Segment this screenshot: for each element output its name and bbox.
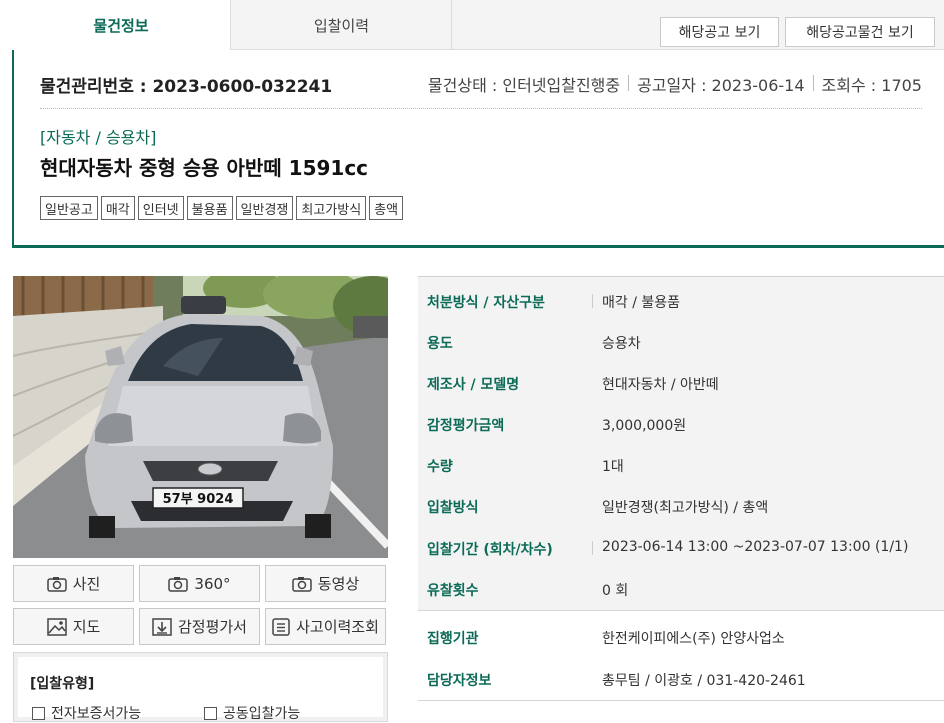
checkbox[interactable]	[32, 706, 45, 720]
info-label: 제조사 / 모델명	[427, 377, 520, 393]
bid-type-title: [입찰유형]	[30, 676, 95, 692]
item-title: 현대자동차 중형 승용 아반떼 1591cc	[40, 156, 369, 180]
info-value: 현대자동차 / 아반떼	[602, 377, 719, 393]
video-button[interactable]: 동영상	[265, 565, 386, 602]
item-category: [자동차 / 승용차]	[40, 128, 157, 147]
view-360-button[interactable]: 360°	[139, 565, 260, 602]
camera-icon	[292, 576, 312, 592]
tag: 일반경쟁	[235, 196, 294, 220]
bid-option-label: 공동입찰가능	[223, 706, 301, 722]
info-row: 입찰기간 (회차/차수) 2023-06-14 13:00 ~2023-07-0…	[418, 527, 944, 568]
view-360-label: 360°	[194, 574, 231, 593]
camera-icon	[168, 576, 189, 592]
item-management-number: 물건관리번호 : 2023-0600-032241	[40, 77, 333, 97]
info-value: 2023-06-14 13:00 ~2023-07-07 13:00 (1/1)	[602, 539, 909, 555]
divider	[40, 108, 922, 109]
info-row: 수량 1대	[418, 444, 944, 485]
tag: 총액	[369, 196, 404, 220]
info-value: 매각 / 불용품	[602, 295, 681, 311]
item-status-bar: 물건상태 : 인터넷입찰진행중 공고일자 : 2023-06-14 조회수 : …	[428, 72, 922, 96]
divider	[418, 610, 944, 611]
item-status: 물건상태 : 인터넷입찰진행중	[427, 76, 621, 95]
map-button-label: 지도	[72, 618, 101, 636]
document-icon	[272, 617, 290, 636]
view-notice-items-button[interactable]: 해당공고물건 보기	[785, 17, 935, 47]
info-row: 입찰방식 일반경쟁(최고가방식) / 총액	[418, 485, 944, 526]
tab-bid-history[interactable]: 입찰이력	[232, 0, 452, 50]
car-photo-illustration: 57부 9024	[13, 276, 388, 558]
tag: 불용품	[186, 196, 233, 220]
tag-list: 일반공고 매각 인터넷 불용품 일반경쟁 최고가방식 총액	[40, 196, 404, 220]
info-row: 처분방식 / 자산구분 매각 / 불용품	[418, 280, 944, 321]
tag: 인터넷	[137, 196, 184, 220]
info-row: 용도 승용차	[418, 321, 944, 362]
photo-button[interactable]: 사진	[13, 565, 134, 602]
appraisal-report-button[interactable]: 감정평가서	[139, 608, 260, 645]
info-label: 입찰기간 (회차/차수)	[427, 542, 553, 558]
tag: 최고가방식	[296, 196, 367, 220]
info-value: 한전케이피에스(주) 안양사업소	[602, 631, 785, 647]
bid-option: 전자보증서가능	[32, 703, 141, 723]
download-icon	[152, 617, 172, 636]
view-count: 조회수 : 1705	[821, 76, 922, 95]
checkbox[interactable]	[204, 706, 217, 720]
info-label: 용도	[427, 336, 453, 352]
appraisal-report-label: 감정평가서	[177, 618, 247, 636]
info-label: 감정평가금액	[427, 418, 505, 434]
tab-item-info[interactable]: 물건정보	[12, 0, 231, 51]
tag: 일반공고	[40, 196, 98, 220]
map-icon	[46, 617, 67, 636]
divider	[812, 75, 814, 91]
map-button[interactable]: 지도	[13, 608, 134, 645]
info-value: 3,000,000원	[602, 418, 687, 434]
bid-option: 공동입찰가능	[204, 703, 300, 723]
info-label: 유찰횟수	[427, 583, 479, 599]
info-value: 1대	[602, 459, 624, 475]
accident-history-label: 사고이력조회	[296, 618, 379, 636]
bid-option-label: 전자보증서가능	[51, 706, 142, 722]
divider	[592, 541, 593, 555]
info-label: 수량	[427, 459, 453, 475]
info-row: 제조사 / 모델명 현대자동차 / 아반떼	[418, 362, 944, 403]
info-value: 총무팀 / 이광호 / 031-420-2461	[602, 673, 806, 689]
info-value: 승용차	[602, 336, 641, 352]
tag: 매각	[100, 196, 135, 220]
photo-button-label: 사진	[72, 575, 101, 593]
info-label: 처분방식 / 자산구분	[427, 295, 545, 311]
view-notice-button[interactable]: 해당공고 보기	[660, 17, 779, 47]
info-row: 담당자정보 총무팀 / 이광호 / 031-420-2461	[418, 658, 944, 699]
item-header: 물건관리번호 : 2023-0600-032241 물건상태 : 인터넷입찰진행…	[12, 50, 944, 248]
vehicle-photo[interactable]: 57부 9024	[13, 276, 388, 558]
info-row: 집행기관 한전케이피에스(주) 안양사업소	[418, 616, 944, 657]
accident-history-button[interactable]: 사고이력조회	[265, 608, 386, 645]
bid-type-box: [입찰유형] 전자보증서가능 공동입찰가능	[13, 652, 388, 722]
info-label: 담당자정보	[427, 673, 492, 689]
notice-date: 공고일자 : 2023-06-14	[637, 76, 805, 95]
camera-icon	[46, 576, 67, 592]
divider	[628, 75, 630, 91]
divider	[592, 294, 593, 308]
divider	[418, 700, 944, 701]
info-value: 일반경쟁(최고가방식) / 총액	[602, 500, 769, 516]
item-info-table: 처분방식 / 자산구분 매각 / 불용품 용도 승용차 제조사 / 모델명 현대…	[418, 276, 944, 706]
license-plate: 57부 9024	[163, 492, 234, 507]
info-label: 집행기관	[427, 631, 479, 647]
info-row: 유찰횟수 0 회	[418, 568, 944, 609]
info-value: 0 회	[602, 583, 629, 599]
video-button-label: 동영상	[317, 575, 360, 593]
info-row: 감정평가금액 3,000,000원	[418, 403, 944, 444]
info-label: 입찰방식	[427, 500, 479, 516]
